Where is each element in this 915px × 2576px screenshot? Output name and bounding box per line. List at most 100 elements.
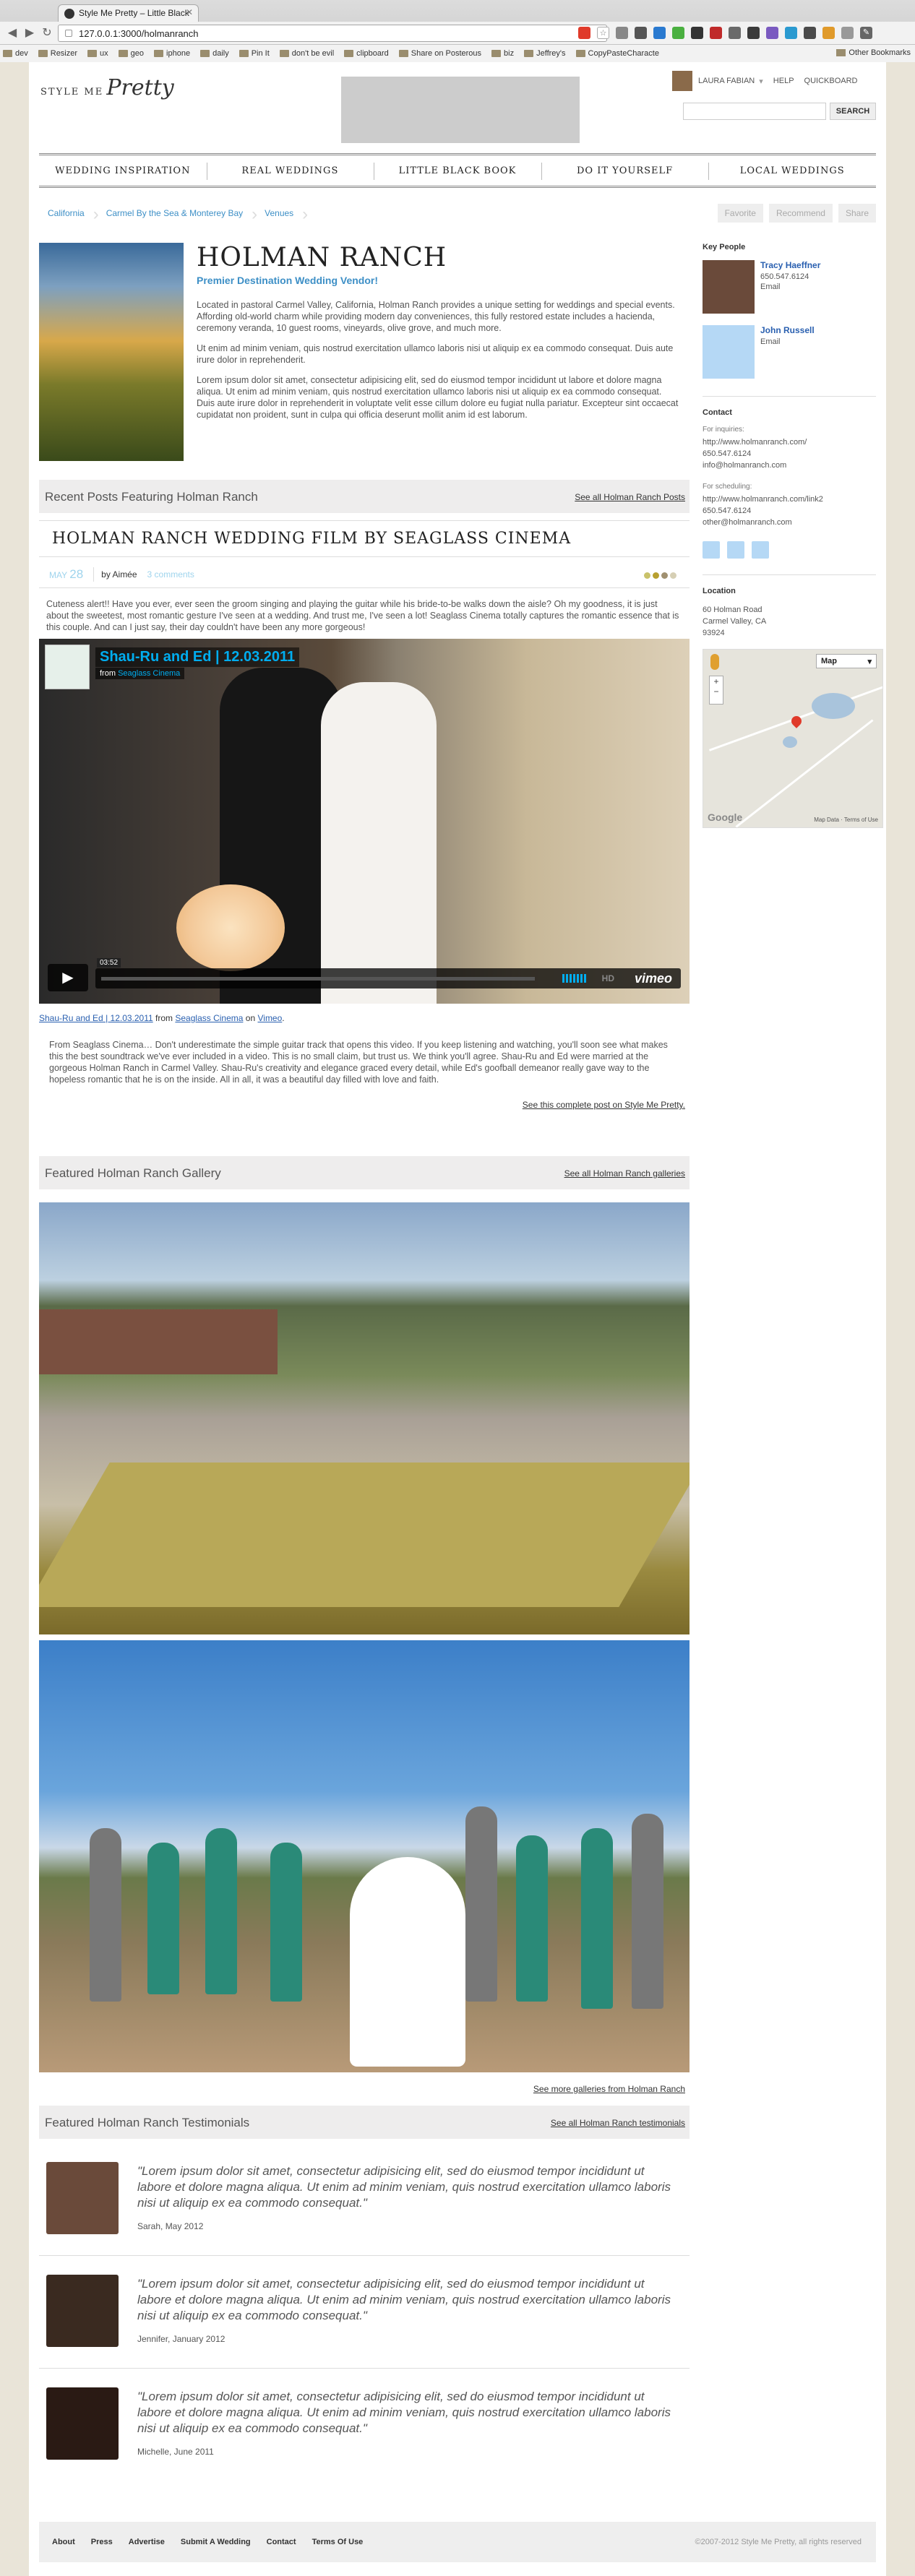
search-input[interactable] bbox=[683, 103, 826, 120]
footer-link-terms[interactable]: Terms Of Use bbox=[312, 2538, 364, 2546]
post-author[interactable]: by Aimée bbox=[94, 569, 147, 580]
extension-icon[interactable] bbox=[766, 27, 778, 39]
see-all-posts-link[interactable]: See all Holman Ranch Posts bbox=[575, 492, 685, 502]
location-map[interactable]: + − Map ▾ Google Map Data · Terms of Use bbox=[703, 649, 883, 828]
post-title[interactable]: HOLMAN RANCH WEDDING FILM BY SEAGLASS CI… bbox=[39, 520, 690, 557]
nav-real-weddings[interactable]: REAL WEDDINGS bbox=[206, 162, 374, 180]
bookmark-item[interactable]: don't be evil bbox=[279, 49, 334, 58]
see-more-galleries-link[interactable]: See more galleries from Holman Ranch bbox=[533, 2084, 685, 2094]
nav-do-it-yourself[interactable]: DO IT YOURSELF bbox=[541, 162, 709, 180]
extension-icon[interactable] bbox=[672, 27, 684, 39]
search-button[interactable]: SEARCH bbox=[830, 103, 876, 120]
extension-icon[interactable] bbox=[653, 27, 666, 39]
back-icon[interactable]: ◀ bbox=[6, 27, 19, 40]
see-complete-post-link[interactable]: See this complete post on Style Me Prett… bbox=[523, 1100, 685, 1110]
extension-icon[interactable] bbox=[616, 27, 628, 39]
bookmark-item[interactable]: Jeffrey's bbox=[524, 49, 566, 58]
pinterest-icon[interactable] bbox=[752, 541, 769, 559]
volume-icon[interactable] bbox=[562, 974, 587, 983]
breadcrumb-region[interactable]: Carmel By the Sea & Monterey Bay bbox=[98, 204, 258, 225]
video-from-link[interactable]: Seaglass Cinema bbox=[118, 669, 180, 678]
bookmark-item[interactable]: Resizer bbox=[38, 49, 77, 58]
close-tab-icon[interactable]: ✕ bbox=[186, 7, 193, 17]
twitter-icon[interactable] bbox=[727, 541, 744, 559]
extension-icon[interactable] bbox=[804, 27, 816, 39]
bookmark-item[interactable]: CopyPasteCharacte bbox=[575, 49, 659, 58]
person-name[interactable]: John Russell bbox=[760, 325, 815, 335]
scheduling-website[interactable]: http://www.holmanranch.com/link2 bbox=[703, 494, 876, 505]
bookmark-item[interactable]: geo bbox=[118, 49, 144, 58]
see-all-galleries-link[interactable]: See all Holman Ranch galleries bbox=[564, 1168, 685, 1179]
reload-icon[interactable]: ↻ bbox=[40, 27, 53, 40]
address-bar[interactable]: 127.0.0.1:3000/holmanranch bbox=[58, 25, 607, 42]
video-player[interactable]: Shau-Ru and Ed | 12.03.2011 from Seaglas… bbox=[39, 639, 690, 1004]
recommend-button[interactable]: Recommend bbox=[768, 204, 833, 223]
share-button[interactable]: Share bbox=[838, 204, 876, 223]
inquiries-email[interactable]: info@holmanranch.com bbox=[703, 460, 876, 471]
extension-icon[interactable] bbox=[635, 27, 647, 39]
chevron-down-icon[interactable]: ▾ bbox=[759, 77, 763, 86]
bookmark-item[interactable]: dev bbox=[3, 49, 28, 58]
breadcrumb-venues[interactable]: Venues bbox=[256, 204, 308, 225]
vimeo-logo[interactable]: vimeo bbox=[635, 971, 672, 986]
bookmark-item[interactable]: biz bbox=[491, 49, 514, 58]
nav-wedding-inspiration[interactable]: WEDDING INSPIRATION bbox=[39, 165, 207, 176]
extension-icon[interactable] bbox=[747, 27, 760, 39]
footer-link-advertise[interactable]: Advertise bbox=[129, 2538, 165, 2546]
scheduling-email[interactable]: other@holmanranch.com bbox=[703, 517, 876, 528]
bookmark-item[interactable]: ux bbox=[87, 49, 108, 58]
footer-link-press[interactable]: Press bbox=[91, 2538, 113, 2546]
ad-banner[interactable] bbox=[341, 77, 580, 143]
user-name[interactable]: LAURA FABIAN bbox=[698, 77, 755, 85]
vimeo-link[interactable]: Vimeo bbox=[257, 1013, 282, 1023]
channel-link[interactable]: Seaglass Cinema bbox=[175, 1013, 243, 1023]
favorite-button[interactable]: Favorite bbox=[717, 204, 763, 223]
play-icon[interactable]: ▶ bbox=[48, 964, 88, 991]
footer-link-submit[interactable]: Submit A Wedding bbox=[181, 2538, 251, 2546]
wrench-icon[interactable]: ✎ bbox=[860, 27, 872, 39]
bookmark-item[interactable]: iphone bbox=[154, 49, 190, 58]
bookmark-item[interactable]: Pin It bbox=[239, 49, 270, 58]
breadcrumb-california[interactable]: California bbox=[39, 204, 98, 225]
extension-icon[interactable] bbox=[822, 27, 835, 39]
zoom-controls[interactable]: + − bbox=[709, 676, 723, 705]
stop-icon[interactable] bbox=[578, 27, 590, 39]
facebook-icon[interactable] bbox=[703, 541, 720, 559]
bookmark-item[interactable]: Share on Posterous bbox=[398, 49, 481, 58]
see-all-testimonials-link[interactable]: See all Holman Ranch testimonials bbox=[551, 2118, 685, 2128]
avatar[interactable] bbox=[672, 71, 692, 91]
bookmark-item[interactable]: daily bbox=[200, 49, 229, 58]
extension-icon[interactable] bbox=[785, 27, 797, 39]
video-title[interactable]: Shau-Ru and Ed | 12.03.2011 bbox=[95, 647, 300, 667]
pegman-icon[interactable] bbox=[710, 654, 719, 670]
hd-button[interactable]: HD bbox=[602, 973, 614, 983]
help-link[interactable]: HELP bbox=[773, 77, 794, 85]
person-email-link[interactable]: Email bbox=[760, 337, 781, 347]
other-bookmarks[interactable]: Other Bookmarks bbox=[836, 48, 911, 57]
person-email-link[interactable]: Email bbox=[760, 282, 809, 292]
avatar[interactable] bbox=[703, 325, 755, 379]
nav-local-weddings[interactable]: LOCAL WEDDINGS bbox=[708, 162, 876, 180]
gallery-photo-bridal-party[interactable] bbox=[39, 1640, 690, 2072]
person-name[interactable]: Tracy Haeffner bbox=[760, 260, 820, 270]
nav-little-black-book[interactable]: LITTLE BLACK BOOK bbox=[374, 162, 541, 180]
extension-icon[interactable] bbox=[710, 27, 722, 39]
map-terms[interactable]: Map Data · Terms of Use bbox=[814, 817, 878, 823]
video-link[interactable]: Shau-Ru and Ed | 12.03.2011 bbox=[39, 1013, 153, 1023]
bookmark-item[interactable]: clipboard bbox=[344, 49, 389, 58]
site-logo[interactable]: STYLE ME Pretty bbox=[40, 75, 174, 100]
video-channel-logo[interactable] bbox=[45, 645, 90, 689]
extension-icon[interactable] bbox=[841, 27, 854, 39]
gallery-photo-tables[interactable] bbox=[39, 1202, 690, 1634]
avatar[interactable] bbox=[703, 260, 755, 314]
inquiries-website[interactable]: http://www.holmanranch.com/ bbox=[703, 436, 876, 448]
forward-icon[interactable]: ▶ bbox=[23, 27, 36, 40]
footer-link-contact[interactable]: Contact bbox=[267, 2538, 296, 2546]
extension-icon[interactable] bbox=[729, 27, 741, 39]
star-icon[interactable]: ☆ bbox=[597, 27, 609, 39]
extension-icon[interactable] bbox=[691, 27, 703, 39]
post-comments-link[interactable]: 3 comments bbox=[147, 569, 194, 580]
map-type-select[interactable]: Map ▾ bbox=[816, 654, 877, 668]
footer-link-about[interactable]: About bbox=[52, 2538, 75, 2546]
quickboard-link[interactable]: QUICKBOARD bbox=[804, 77, 858, 85]
